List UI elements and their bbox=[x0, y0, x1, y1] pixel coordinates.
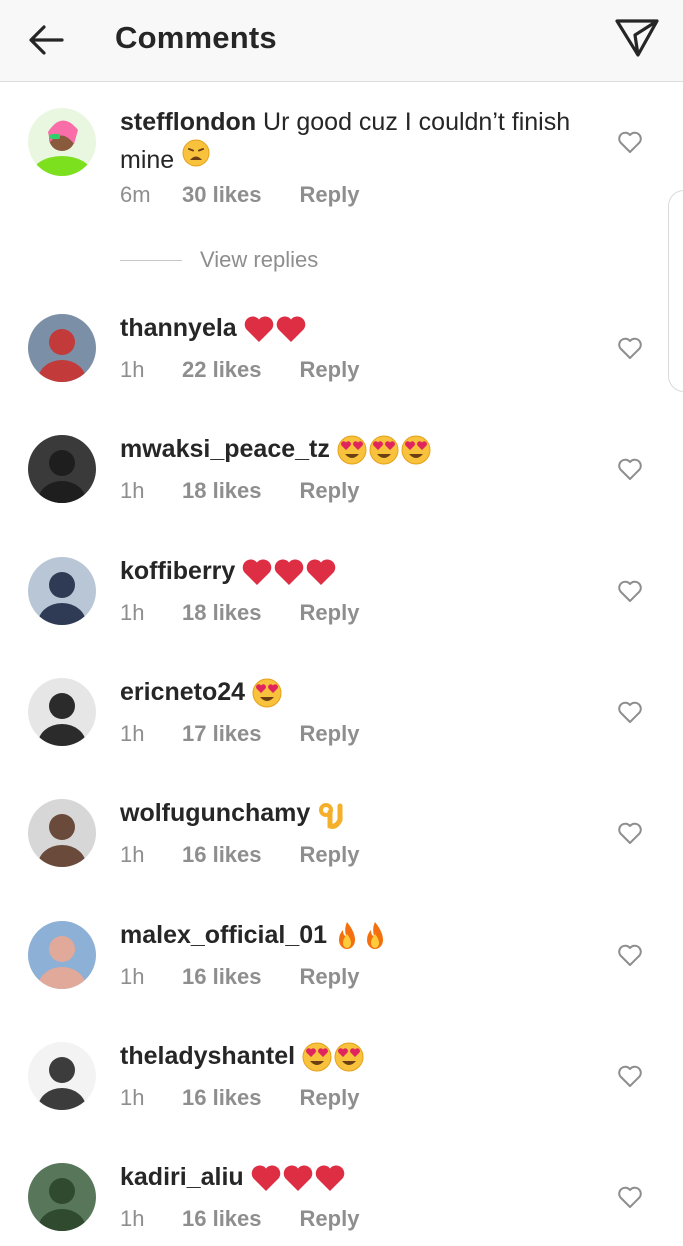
like-heart-icon[interactable] bbox=[617, 943, 643, 967]
comment-time: 1h bbox=[120, 964, 145, 989]
comment-text: stefflondon Ur good cuz I couldn’t finis… bbox=[120, 106, 600, 176]
comment-time: 1h bbox=[120, 357, 145, 382]
like-heart-icon[interactable] bbox=[617, 700, 643, 724]
comment-username[interactable]: wolfugunchamy bbox=[120, 799, 310, 827]
avatar[interactable] bbox=[28, 314, 96, 382]
comment-time: 1h bbox=[120, 478, 145, 503]
avatar[interactable] bbox=[28, 1042, 96, 1110]
comment-emojis bbox=[301, 1041, 365, 1073]
avatar[interactable] bbox=[28, 557, 96, 625]
comment-likes[interactable]: 22 likes bbox=[182, 357, 262, 383]
comment-likes[interactable]: 16 likes bbox=[182, 1085, 262, 1111]
view-replies-label: View replies bbox=[200, 247, 319, 272]
comment-likes[interactable]: 17 likes bbox=[182, 721, 262, 747]
reply-button[interactable]: Reply bbox=[300, 1085, 360, 1110]
comment-meta: 6m 30 likes Reply bbox=[120, 182, 359, 208]
like-heart-icon[interactable] bbox=[617, 457, 643, 481]
comment-meta: 1h 16 likes Reply bbox=[120, 842, 359, 868]
arrow-left-icon bbox=[29, 25, 64, 55]
comment-username[interactable]: malex_official_01 bbox=[120, 921, 327, 949]
share-button[interactable] bbox=[612, 16, 662, 60]
comment-time: 1h bbox=[120, 600, 145, 625]
comment-emojis bbox=[336, 434, 432, 466]
comment-text: mwaksi_peace_tz bbox=[120, 433, 432, 466]
comment-time: 6m bbox=[120, 182, 151, 207]
comment-meta: 1h 17 likes Reply bbox=[120, 721, 359, 747]
comment-likes[interactable]: 30 likes bbox=[182, 182, 262, 208]
reply-button[interactable]: Reply bbox=[300, 182, 360, 207]
like-heart-icon[interactable] bbox=[617, 1064, 643, 1088]
comment-username[interactable]: thannyela bbox=[120, 314, 237, 342]
like-heart-icon[interactable] bbox=[617, 1185, 643, 1209]
comment-likes[interactable]: 18 likes bbox=[182, 600, 262, 626]
comment-username[interactable]: stefflondon bbox=[120, 108, 256, 136]
comment-username[interactable]: koffiberry bbox=[120, 557, 235, 585]
comment-meta: 1h 16 likes Reply bbox=[120, 1085, 359, 1111]
comment-emojis bbox=[243, 314, 307, 344]
reply-button[interactable]: Reply bbox=[300, 842, 360, 867]
divider bbox=[120, 259, 182, 261]
avatar[interactable] bbox=[28, 678, 96, 746]
comment-meta: 1h 18 likes Reply bbox=[120, 478, 359, 504]
comment-emojis bbox=[333, 920, 389, 952]
comment-emojis bbox=[251, 677, 283, 709]
reply-button[interactable]: Reply bbox=[300, 721, 360, 746]
back-button[interactable] bbox=[26, 20, 66, 60]
comment-likes[interactable]: 18 likes bbox=[182, 478, 262, 504]
comment-username[interactable]: mwaksi_peace_tz bbox=[120, 435, 330, 463]
weary-face-emoji bbox=[181, 139, 211, 174]
comment-text: kadiri_aliu bbox=[120, 1161, 346, 1193]
comment-emojis bbox=[250, 1163, 346, 1193]
comment-emojis bbox=[241, 557, 337, 587]
like-heart-icon[interactable] bbox=[617, 579, 643, 603]
send-icon bbox=[615, 19, 659, 57]
reply-button[interactable]: Reply bbox=[300, 600, 360, 625]
reply-button[interactable]: Reply bbox=[300, 357, 360, 382]
page-title: Comments bbox=[115, 20, 277, 55]
reply-button[interactable]: Reply bbox=[300, 1206, 360, 1231]
comment-meta: 1h 18 likes Reply bbox=[120, 600, 359, 626]
comment-text: malex_official_01 bbox=[120, 919, 389, 952]
comment-likes[interactable]: 16 likes bbox=[182, 964, 262, 990]
comment-time: 1h bbox=[120, 1206, 145, 1231]
comment-username[interactable]: kadiri_aliu bbox=[120, 1163, 244, 1191]
avatar[interactable] bbox=[28, 1163, 96, 1231]
comment-meta: 1h 22 likes Reply bbox=[120, 357, 359, 383]
comment-time: 1h bbox=[120, 1085, 145, 1110]
comment-text: koffiberry bbox=[120, 555, 337, 587]
comment-time: 1h bbox=[120, 842, 145, 867]
comment-time: 1h bbox=[120, 721, 145, 746]
comment-meta: 1h 16 likes Reply bbox=[120, 964, 359, 990]
comment-likes[interactable]: 16 likes bbox=[182, 842, 262, 868]
reply-button[interactable]: Reply bbox=[300, 478, 360, 503]
reply-button[interactable]: Reply bbox=[300, 964, 360, 989]
view-replies-link[interactable]: View replies bbox=[120, 246, 318, 274]
side-panel-edge bbox=[668, 190, 683, 392]
comment-text: ericneto24 bbox=[120, 676, 283, 709]
comment-text: theladyshantel bbox=[120, 1040, 365, 1073]
avatar[interactable] bbox=[28, 108, 96, 176]
comment-text: wolfugunchamy bbox=[120, 797, 344, 830]
avatar[interactable] bbox=[28, 435, 96, 503]
like-heart-icon[interactable] bbox=[617, 821, 643, 845]
comment-emojis bbox=[316, 798, 344, 830]
comment-text: thannyela bbox=[120, 312, 307, 344]
like-heart-icon[interactable] bbox=[617, 130, 643, 154]
avatar[interactable] bbox=[28, 799, 96, 867]
comment-likes[interactable]: 16 likes bbox=[182, 1206, 262, 1232]
comment-username[interactable]: theladyshantel bbox=[120, 1042, 295, 1070]
comment-username[interactable]: ericneto24 bbox=[120, 678, 245, 706]
like-heart-icon[interactable] bbox=[617, 336, 643, 360]
comment-meta: 1h 16 likes Reply bbox=[120, 1206, 359, 1232]
header-bar: Comments bbox=[0, 0, 683, 82]
avatar[interactable] bbox=[28, 921, 96, 989]
